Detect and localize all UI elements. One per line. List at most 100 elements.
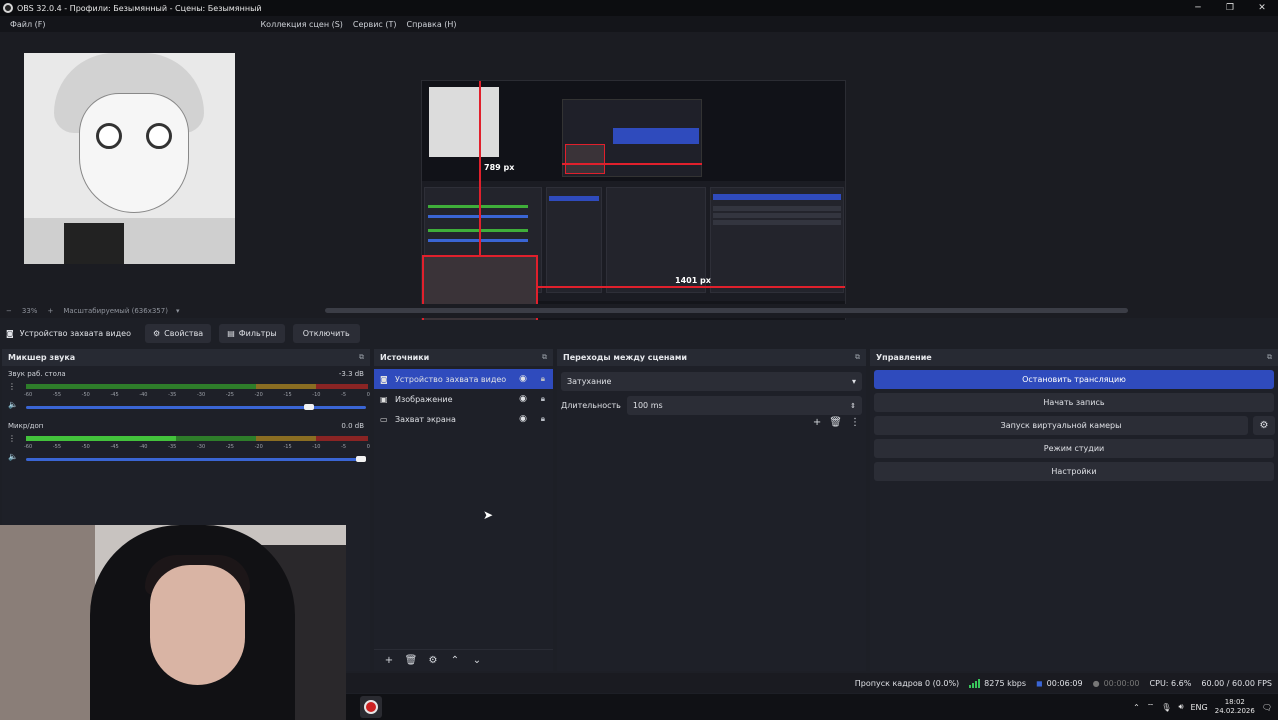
- meter-tick-label: -40: [139, 392, 148, 398]
- lock-icon[interactable]: 🔒︎: [541, 394, 545, 404]
- trash-icon[interactable]: 🗑︎: [829, 417, 842, 428]
- stream-time: 00:06:09: [1046, 678, 1083, 688]
- meter-tick-label: -15: [283, 444, 292, 450]
- source-label: Изображение: [395, 394, 453, 404]
- lock-icon[interactable]: 🔒︎: [541, 414, 545, 424]
- source-label: Захват экрана: [395, 414, 456, 424]
- transitions-title: Переходы между сценами: [563, 353, 687, 362]
- clock[interactable]: 18:02 24.02.2026: [1215, 698, 1255, 716]
- visibility-eye-icon[interactable]: ◉: [519, 374, 527, 384]
- close-button[interactable]: ✕: [1246, 0, 1278, 16]
- spin-arrows-icon[interactable]: ⇕: [850, 402, 856, 410]
- meter-tick-label: -25: [225, 392, 234, 398]
- notification-icon[interactable]: 🗨︎: [1262, 703, 1272, 712]
- studio-mode-button[interactable]: Режим студии: [874, 439, 1274, 458]
- undock-icon[interactable]: ⧉: [359, 353, 364, 362]
- menu-help[interactable]: Справка (H): [407, 20, 457, 29]
- current-source-name: Устройство захвата видео: [19, 328, 131, 338]
- stream-icon: ◼: [1036, 678, 1043, 688]
- duration-spinbox[interactable]: 100 ms ⇕: [626, 396, 862, 415]
- virtual-camera-settings-gear-icon[interactable]: ⚙: [1253, 416, 1275, 435]
- meter-tick-label: -45: [110, 392, 119, 398]
- menu-file[interactable]: Файл (F): [10, 20, 46, 29]
- network-icon[interactable]: ⌔: [1147, 702, 1155, 712]
- gear-icon: ⚙: [152, 328, 161, 338]
- more-options-icon[interactable]: ⋮: [850, 417, 860, 428]
- channel-menu-icon[interactable]: ⋮: [8, 434, 16, 443]
- sources-toolbar: + 🗑︎ ⚙ ⌃ ⌄: [374, 649, 553, 671]
- chevron-up-icon[interactable]: ⌃: [446, 655, 464, 666]
- volume-slider[interactable]: [26, 458, 366, 461]
- status-bar: Пропуск кадров 0 (0.0%) 8275 kbps ◼ 00:0…: [346, 673, 1278, 693]
- nested-art-thumbnail: [429, 87, 499, 157]
- meter-tick-label: -50: [81, 444, 90, 450]
- minimize-button[interactable]: ─: [1182, 0, 1214, 16]
- audio-meter: [26, 436, 368, 441]
- image-icon: ▣: [380, 394, 388, 404]
- gear-icon[interactable]: ⚙: [424, 655, 442, 666]
- start-virtual-camera-button[interactable]: Запуск виртуальной камеры ⚙: [874, 416, 1275, 435]
- preview-horizontal-scrollbar[interactable]: [325, 308, 1128, 313]
- chevron-up-icon[interactable]: ⌃: [1133, 703, 1140, 712]
- properties-button[interactable]: ⚙ Свойства: [144, 323, 212, 343]
- lock-icon[interactable]: 🔒︎: [541, 374, 545, 384]
- deactivate-button[interactable]: Отключить: [292, 323, 360, 343]
- meter-tick-label: -15: [283, 392, 292, 398]
- add-icon[interactable]: +: [380, 655, 398, 666]
- visibility-eye-icon[interactable]: ◉: [519, 394, 527, 404]
- channel-menu-icon[interactable]: ⋮: [8, 382, 16, 391]
- transition-select[interactable]: Затухание ▾: [561, 372, 862, 391]
- stop-streaming-button[interactable]: Остановить трансляцию: [874, 370, 1274, 389]
- preview-canvas[interactable]: 789 px 1401 px: [421, 80, 846, 323]
- volume-slider[interactable]: [26, 406, 366, 409]
- camera-icon: ◙: [380, 374, 388, 384]
- volume-knob[interactable]: [304, 404, 314, 410]
- cpu-usage: CPU: 6.6%: [1149, 678, 1192, 688]
- filters-button[interactable]: ▤ Фильтры: [219, 323, 285, 343]
- clock-time: 18:02: [1224, 698, 1245, 706]
- zoom-in-icon[interactable]: +: [47, 307, 53, 315]
- camera-icon: ◙: [6, 328, 14, 338]
- meter-tick-label: -20: [254, 444, 263, 450]
- language-indicator[interactable]: ENG: [1191, 703, 1208, 712]
- undock-icon[interactable]: ⧉: [1267, 353, 1272, 362]
- meter-scale: -60 -55 -50 -45 -40 -35 -30 -25 -20 -15 -10 -5 0: [24, 392, 370, 398]
- trash-icon[interactable]: 🗑︎: [402, 655, 420, 666]
- volume-knob[interactable]: [356, 456, 366, 462]
- menu-scene-collection[interactable]: Коллекция сцен (S): [261, 20, 343, 29]
- fps-counter: 60.00 / 60.00 FPS: [1201, 678, 1272, 688]
- undock-icon[interactable]: ⧉: [855, 353, 860, 362]
- add-icon[interactable]: +: [813, 417, 821, 428]
- title-bar: OBS 32.0.4 - Профили: Безымянный - Сцены…: [0, 0, 1278, 16]
- channel-db: 0.0 dB: [341, 422, 364, 430]
- volume-icon[interactable]: 🔊︎: [1178, 702, 1183, 712]
- mouse-cursor-icon: ➤: [483, 508, 494, 522]
- meter-tick-label: -40: [139, 444, 148, 450]
- maximize-button[interactable]: ❐: [1214, 0, 1246, 16]
- nested-obs-window: [562, 99, 702, 177]
- scale-mode[interactable]: Масштабируемый (636x357): [63, 307, 168, 315]
- settings-button[interactable]: Настройки: [874, 462, 1274, 481]
- meter-tick-label: 0: [366, 444, 370, 450]
- speaker-icon[interactable]: 🔈: [8, 400, 18, 409]
- obs-taskbar-icon[interactable]: [360, 696, 382, 718]
- preview-area[interactable]: 789 px 1401 px: [0, 32, 1278, 323]
- speaker-icon[interactable]: 🔈: [8, 452, 18, 461]
- start-recording-button[interactable]: Начать запись: [874, 393, 1274, 412]
- meter-tick-label: -35: [168, 444, 177, 450]
- transitions-dock: Переходы между сценами ⧉ Затухание ▾ Дли…: [557, 349, 866, 671]
- undock-icon[interactable]: ⧉: [542, 353, 547, 362]
- source-item-image[interactable]: ▣ Изображение ◉ 🔒︎: [374, 389, 553, 409]
- source-item-video-capture[interactable]: ◙ Устройство захвата видео ◉ 🔒︎: [374, 369, 553, 389]
- zoom-out-icon[interactable]: −: [6, 307, 12, 315]
- chevron-down-icon[interactable]: ⌄: [468, 655, 486, 666]
- menu-tools[interactable]: Сервис (T): [353, 20, 397, 29]
- dropped-frames: Пропуск кадров 0 (0.0%): [854, 678, 960, 688]
- zoom-level: 33%: [21, 307, 38, 315]
- source-item-screen-capture[interactable]: ▭ Захват экрана ◉ 🔒︎: [374, 409, 553, 429]
- visibility-eye-icon[interactable]: ◉: [519, 414, 527, 424]
- chevron-down-icon[interactable]: ▾: [176, 307, 180, 315]
- microphone-icon[interactable]: 🎙︎: [1161, 703, 1171, 712]
- menu-bar: Файл (F) Коллекция сцен (S) Сервис (T) С…: [0, 16, 1278, 32]
- meter-tick-label: -35: [168, 392, 177, 398]
